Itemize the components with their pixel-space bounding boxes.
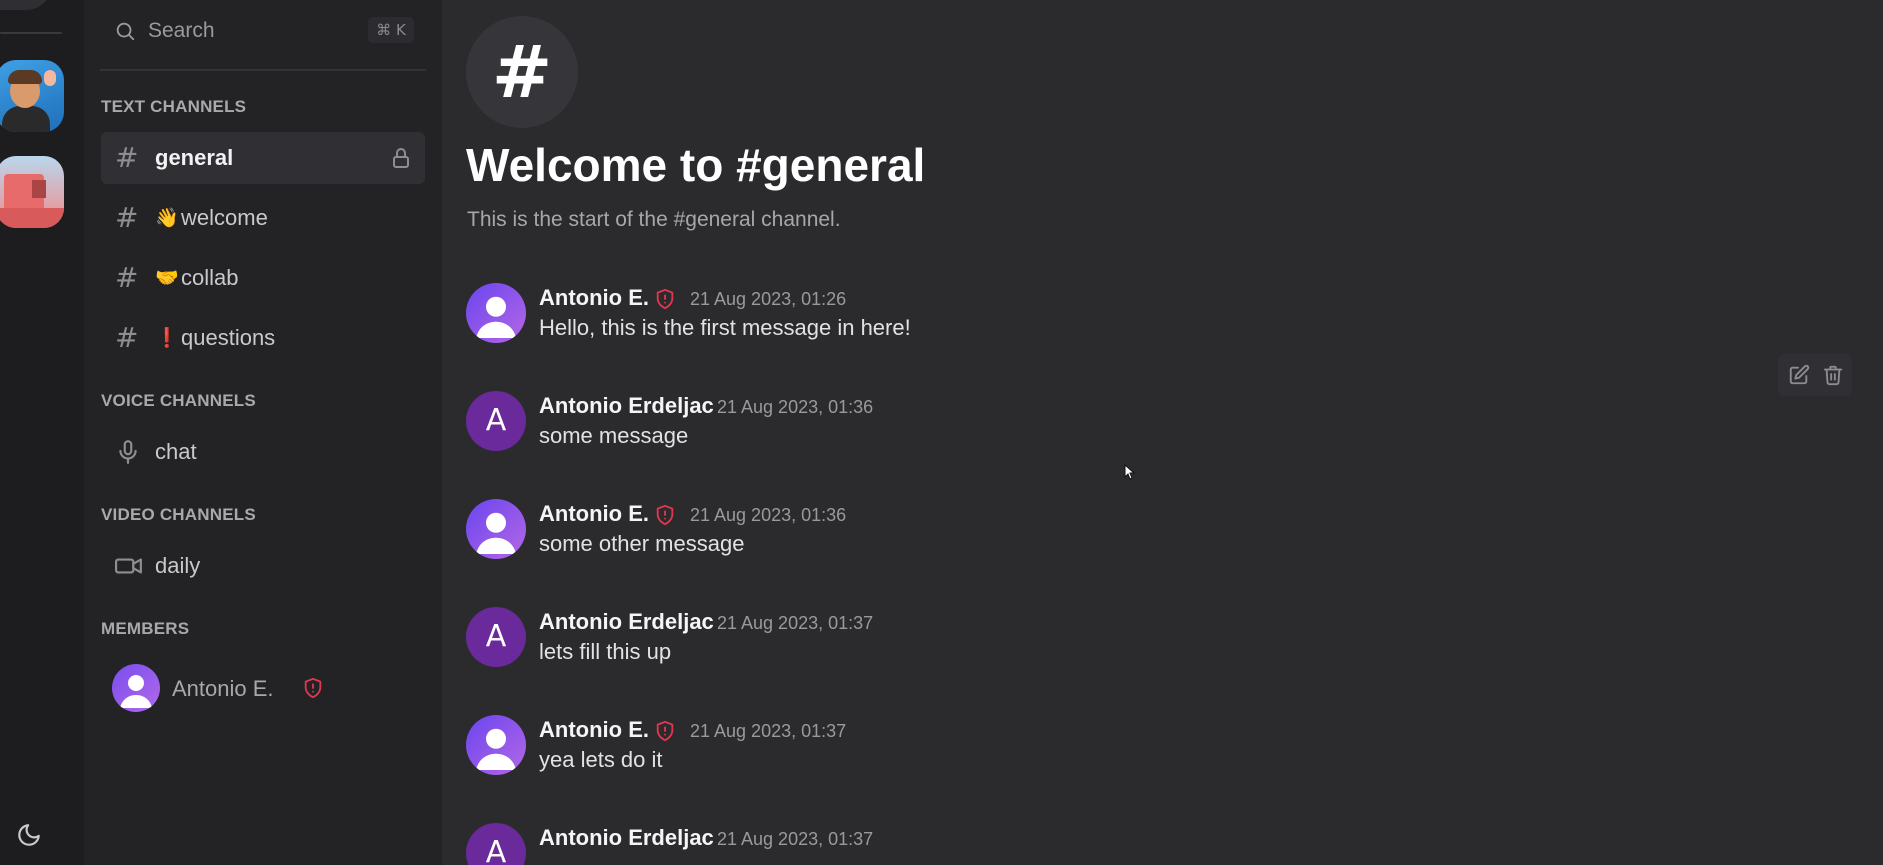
search-button[interactable]: Search ⌘ K [100, 10, 424, 50]
member-name: Antonio E. [172, 676, 274, 701]
channel-chat[interactable]: chat [101, 426, 425, 478]
channel-label: collab [181, 265, 239, 290]
search-placeholder: Search [148, 19, 215, 42]
handshake-emoji: 🤝 [155, 267, 179, 289]
message-item[interactable]: Antonio E. 21 Aug 2023, 01:26 Hello, thi… [466, 283, 1766, 353]
channel-collab[interactable]: # 🤝 collab [101, 252, 425, 304]
message-actions [1778, 354, 1852, 396]
avatar[interactable] [466, 715, 526, 775]
message-author[interactable]: Antonio E. [539, 717, 649, 743]
message-item[interactable]: A Antonio Erdeljac 21 Aug 2023, 01:37 [466, 823, 1766, 865]
message-item[interactable]: Antonio E. 21 Aug 2023, 01:36 some other… [466, 499, 1766, 569]
hash-icon: # [491, 30, 553, 114]
message-timestamp: 21 Aug 2023, 01:37 [717, 613, 874, 633]
hash-icon: # [115, 321, 139, 354]
avatar[interactable] [466, 283, 526, 343]
message-item[interactable]: A Antonio Erdeljac 21 Aug 2023, 01:37 le… [466, 607, 1766, 677]
hash-icon: # [115, 261, 139, 294]
message-author[interactable]: Antonio E. [539, 501, 649, 527]
server-icon-avatar[interactable] [0, 60, 64, 132]
microphone-icon [115, 439, 141, 470]
search-shortcut-badge: ⌘ K [368, 17, 414, 43]
message-timestamp: 21 Aug 2023, 01:37 [690, 721, 847, 741]
message-text: some message [539, 423, 689, 448]
home-button[interactable] [0, 0, 52, 10]
message-author[interactable]: Antonio Erdeljac [539, 609, 714, 635]
lock-icon [389, 146, 413, 175]
message-timestamp: 21 Aug 2023, 01:37 [717, 829, 874, 849]
message-timestamp: 21 Aug 2023, 01:36 [717, 397, 874, 417]
hash-icon: # [115, 141, 139, 174]
channel-label: general [155, 145, 234, 170]
server-avatar-body [2, 106, 50, 132]
avatar[interactable]: A [466, 391, 526, 451]
sidebar-divider [100, 69, 426, 71]
channel-label: welcome [181, 205, 268, 230]
server-avatar-hair [8, 70, 42, 84]
message-author[interactable]: Antonio Erdeljac [539, 825, 714, 851]
channel-label: daily [155, 553, 201, 578]
message-author[interactable]: Antonio E. [539, 285, 649, 311]
server-avatar-hand [44, 70, 56, 86]
section-voice-channels: VOICE CHANNELS [101, 391, 256, 410]
theme-toggle-moon-icon[interactable] [16, 822, 42, 853]
channel-label: questions [181, 325, 276, 350]
server-building-base [0, 208, 64, 228]
shield-icon [654, 719, 676, 748]
message-text: yea lets do it [539, 747, 663, 772]
section-members: MEMBERS [101, 619, 190, 638]
video-camera-icon [115, 553, 143, 584]
channel-questions[interactable]: # ❗ questions [101, 312, 425, 364]
message-author[interactable]: Antonio Erdeljac [539, 393, 714, 419]
message-timestamp: 21 Aug 2023, 01:26 [690, 289, 847, 309]
page-title: Welcome to #general [466, 139, 926, 191]
member-item[interactable]: Antonio E. [112, 664, 412, 714]
avatar[interactable]: A [466, 823, 526, 865]
channel-start-text: This is the start of the #general channe… [467, 208, 841, 231]
message-text: lets fill this up [539, 639, 672, 664]
exclamation-emoji: ❗ [155, 327, 179, 349]
server-rail [0, 0, 84, 865]
shield-icon [654, 503, 676, 532]
message-timestamp: 21 Aug 2023, 01:36 [690, 505, 847, 525]
waving-hand-emoji: 👋 [155, 207, 179, 229]
section-video-channels: VIDEO CHANNELS [101, 505, 256, 524]
message-text: some other message [539, 531, 745, 556]
channel-label: chat [155, 439, 197, 464]
mouse-cursor-icon [1124, 463, 1136, 485]
avatar[interactable] [466, 499, 526, 559]
message-item[interactable]: A Antonio Erdeljac 21 Aug 2023, 01:36 so… [466, 391, 1766, 461]
hash-icon: # [115, 201, 139, 234]
message-item[interactable]: Antonio E. 21 Aug 2023, 01:37 yea lets d… [466, 715, 1766, 785]
edit-icon[interactable] [1788, 364, 1810, 391]
server-icon-building[interactable] [0, 156, 64, 228]
channel-general[interactable]: # general [101, 132, 425, 184]
avatar [112, 664, 160, 712]
channel-welcome[interactable]: # 👋 welcome [101, 192, 425, 244]
server-building-window [32, 180, 46, 198]
section-text-channels: TEXT CHANNELS [101, 97, 247, 116]
message-text: Hello, this is the first message in here… [539, 315, 911, 340]
avatar[interactable]: A [466, 607, 526, 667]
channel-daily[interactable]: daily [101, 540, 425, 592]
trash-icon[interactable] [1822, 364, 1844, 391]
shield-icon [302, 676, 324, 705]
shield-icon [654, 287, 676, 316]
rail-divider [0, 32, 62, 34]
search-icon [114, 20, 136, 47]
